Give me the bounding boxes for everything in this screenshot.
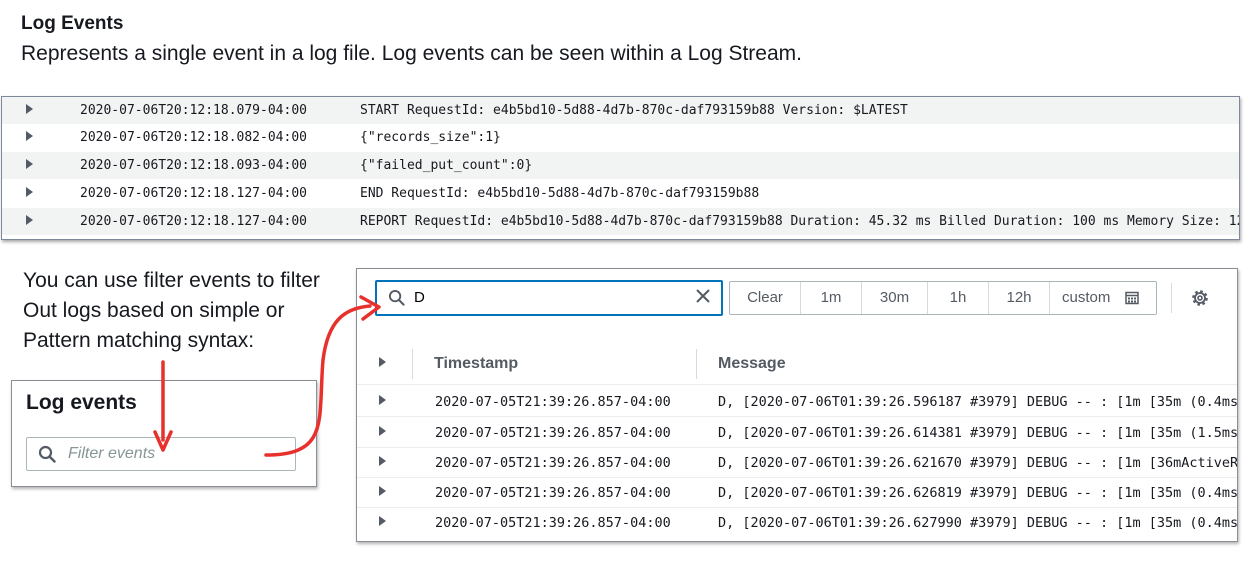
caret-right-icon[interactable] xyxy=(26,131,33,141)
log-message: {"records_size":1} xyxy=(360,130,501,145)
log-row[interactable]: 2020-07-06T20:12:18.127-04:00 REPORT Req… xyxy=(2,208,1239,235)
event-timestamp: 2020-07-05T21:39:26.857-04:00 xyxy=(435,425,671,441)
log-message: END RequestId: e4b5bd10-5d88-4d7b-870c-d… xyxy=(360,186,760,201)
event-row[interactable]: 2020-07-05T21:39:26.857-04:00 D, [2020-0… xyxy=(357,447,1237,478)
log-message: START RequestId: e4b5bd10-5d88-4d7b-870c… xyxy=(360,103,908,118)
log-timestamp: 2020-07-06T20:12:18.082-04:00 xyxy=(80,130,307,145)
range-1h[interactable]: 1h xyxy=(928,282,989,314)
event-row[interactable]: 2020-07-05T21:39:26.857-04:00 D, [2020-0… xyxy=(357,507,1237,537)
message-column-header[interactable]: Message xyxy=(718,355,786,373)
time-range-selector: Clear 1m 30m 1h 12h custom xyxy=(729,281,1157,315)
caret-right-icon[interactable] xyxy=(26,159,33,169)
log-row[interactable]: 2020-07-06T20:12:18.082-04:00 {"records_… xyxy=(2,124,1239,151)
caret-right-icon[interactable] xyxy=(26,187,33,197)
log-row[interactable]: 2020-07-06T20:12:18.079-04:00 START Requ… xyxy=(2,97,1239,124)
event-message: D, [2020-07-06T01:39:26.626819 #3979] DE… xyxy=(718,485,1238,501)
custom-range-button[interactable]: custom xyxy=(1050,282,1156,314)
event-timestamp: 2020-07-05T21:39:26.857-04:00 xyxy=(435,394,671,410)
log-timestamp: 2020-07-06T20:12:18.079-04:00 xyxy=(80,103,307,118)
events-table-header: Timestamp Message xyxy=(357,344,1237,385)
explanation-line: You can use filter events to filter xyxy=(23,269,320,292)
event-message: D, [2020-07-06T01:39:26.596187 #3979] DE… xyxy=(718,394,1238,410)
log-message: {"failed_put_count":0} xyxy=(360,158,533,173)
search-icon xyxy=(388,289,405,306)
log-timestamp: 2020-07-06T20:12:18.093-04:00 xyxy=(80,158,307,173)
explanation-line: Out logs based on simple or xyxy=(23,299,285,322)
log-message: REPORT RequestId: e4b5bd10-5d88-4d7b-870… xyxy=(360,214,1240,229)
column-divider xyxy=(696,349,697,379)
search-icon xyxy=(38,445,56,463)
caret-right-icon[interactable] xyxy=(379,426,386,436)
log-events-table: 2020-07-06T20:12:18.079-04:00 START Requ… xyxy=(1,96,1240,240)
page-title: Log Events xyxy=(21,13,124,34)
range-1m[interactable]: 1m xyxy=(801,282,862,314)
clear-button[interactable]: Clear xyxy=(730,282,801,314)
caret-right-icon[interactable] xyxy=(379,357,386,367)
filter-events-panel: Clear 1m 30m 1h 12h custom Timestamp Mes… xyxy=(356,268,1238,542)
range-12h[interactable]: 12h xyxy=(989,282,1050,314)
caret-right-icon[interactable] xyxy=(379,395,386,405)
range-30m[interactable]: 30m xyxy=(862,282,928,314)
timestamp-column-header[interactable]: Timestamp xyxy=(434,355,518,373)
log-timestamp: 2020-07-06T20:12:18.127-04:00 xyxy=(80,214,307,229)
log-row[interactable]: 2020-07-06T20:12:18.093-04:00 {"failed_p… xyxy=(2,152,1239,179)
filter-events-input[interactable]: Filter events xyxy=(26,437,296,471)
caret-right-icon[interactable] xyxy=(379,516,386,526)
log-timestamp: 2020-07-06T20:12:18.127-04:00 xyxy=(80,186,307,201)
search-input[interactable] xyxy=(414,289,684,306)
event-row[interactable]: 2020-07-05T21:39:26.857-04:00 D, [2020-0… xyxy=(357,417,1237,448)
event-message: D, [2020-07-06T01:39:26.614381 #3979] DE… xyxy=(718,425,1238,441)
event-message: D, [2020-07-06T01:39:26.627990 #3979] DE… xyxy=(718,515,1238,531)
event-timestamp: 2020-07-05T21:39:26.857-04:00 xyxy=(435,485,671,501)
gear-icon[interactable] xyxy=(1190,288,1210,308)
toolbar-divider xyxy=(1171,283,1172,313)
caret-right-icon[interactable] xyxy=(379,486,386,496)
event-message: D, [2020-07-06T01:39:26.621670 #3979] DE… xyxy=(718,455,1238,471)
filter-explanation: You can use filter events to filter Out … xyxy=(23,266,320,356)
log-row[interactable]: 2020-07-06T20:12:18.127-04:00 END Reques… xyxy=(2,180,1239,207)
event-row[interactable]: 2020-07-05T21:39:26.857-04:00 D, [2020-0… xyxy=(357,386,1237,417)
panel-title: Log events xyxy=(26,391,137,414)
page-subtitle: Represents a single event in a log file.… xyxy=(21,42,802,65)
custom-label: custom xyxy=(1062,289,1111,306)
filter-placeholder: Filter events xyxy=(68,445,156,462)
event-timestamp: 2020-07-05T21:39:26.857-04:00 xyxy=(435,455,671,471)
event-timestamp: 2020-07-05T21:39:26.857-04:00 xyxy=(435,515,671,531)
log-events-panel: Log events Filter events xyxy=(11,380,317,487)
explanation-line: Pattern matching syntax: xyxy=(23,329,255,352)
caret-right-icon[interactable] xyxy=(26,215,33,225)
calendar-icon xyxy=(1125,291,1139,305)
search-field[interactable] xyxy=(375,280,723,316)
column-divider xyxy=(412,349,413,379)
caret-right-icon[interactable] xyxy=(379,456,386,466)
close-icon[interactable] xyxy=(694,287,712,305)
event-row[interactable]: 2020-07-05T21:39:26.857-04:00 D, [2020-0… xyxy=(357,477,1237,508)
caret-right-icon[interactable] xyxy=(26,104,33,114)
